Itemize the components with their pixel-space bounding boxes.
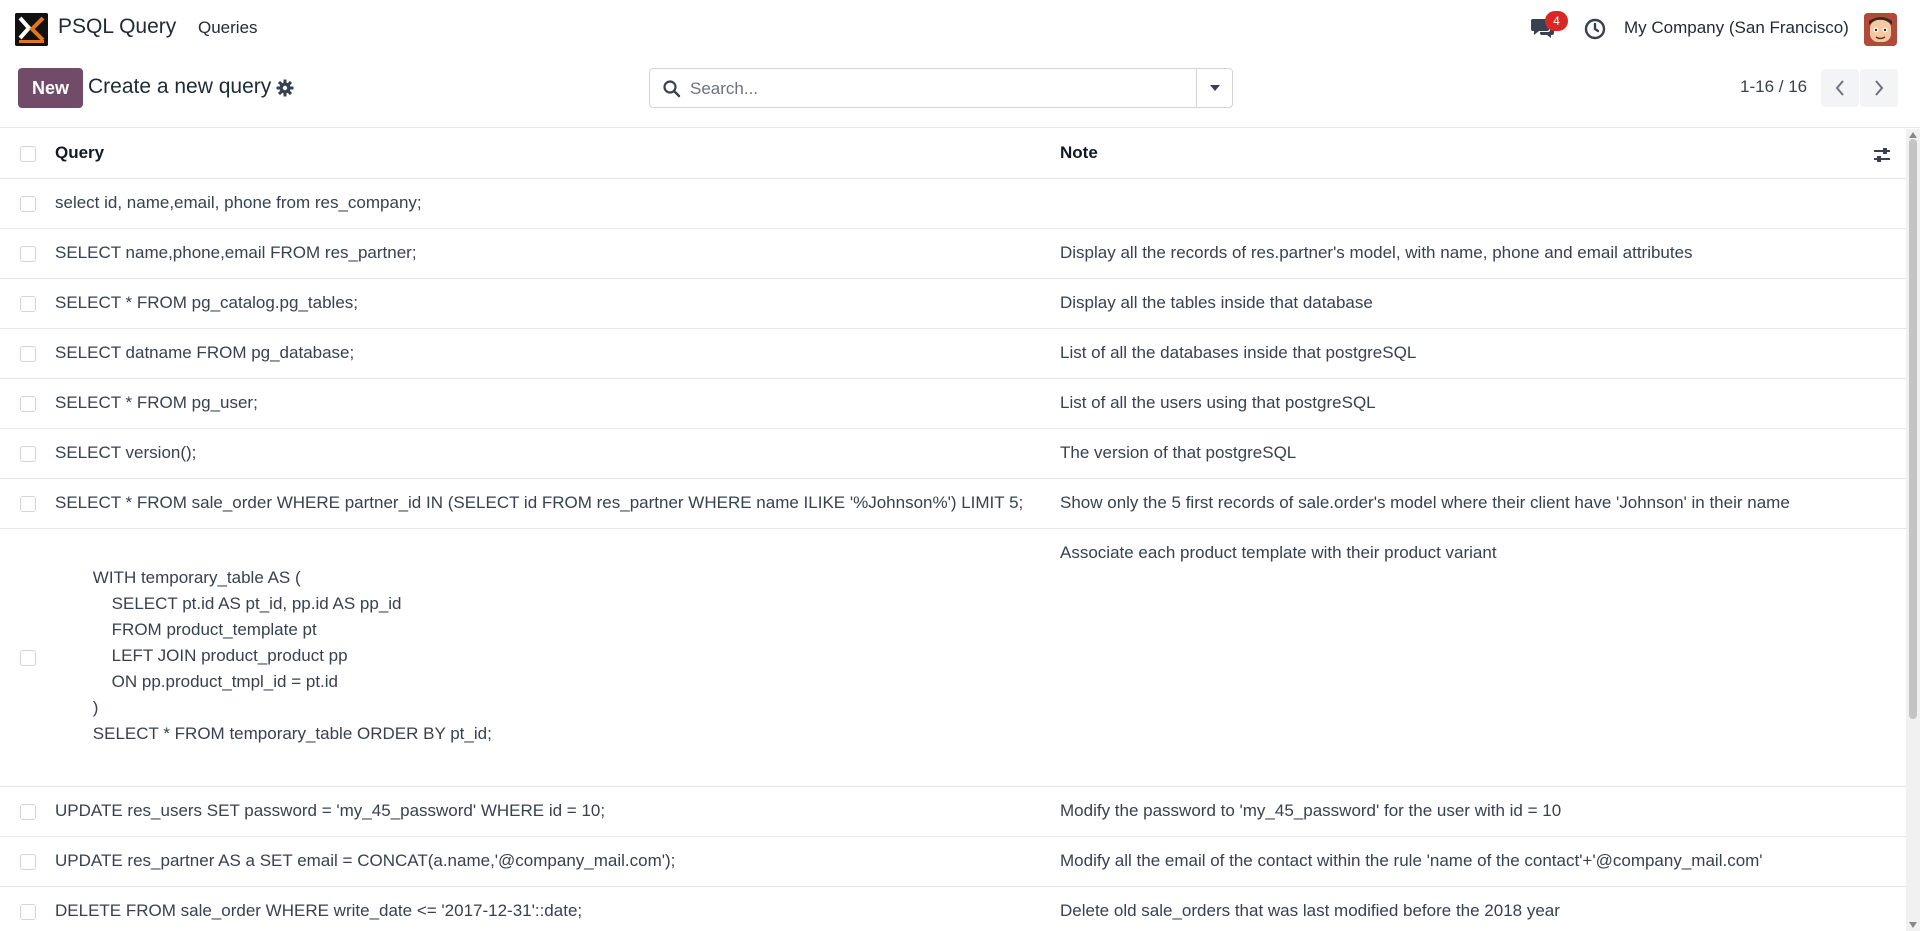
table-row[interactable]: SELECT * FROM sale_order WHERE partner_i… xyxy=(0,479,1906,529)
avatar[interactable] xyxy=(1864,13,1897,46)
table-row[interactable]: DELETE FROM sale_order WHERE write_date … xyxy=(0,887,1906,931)
note-cell[interactable]: List of all the databases inside that po… xyxy=(1060,343,1416,363)
vertical-scrollbar[interactable] xyxy=(1906,129,1920,931)
clock-icon[interactable] xyxy=(1583,17,1607,41)
column-header-note[interactable]: Note xyxy=(1060,143,1098,163)
note-cell[interactable]: Show only the 5 first records of sale.or… xyxy=(1060,493,1790,513)
table-row[interactable]: select id, name,email, phone from res_co… xyxy=(0,179,1906,229)
note-cell[interactable]: The version of that postgreSQL xyxy=(1060,443,1296,463)
breadcrumb: Create a new query xyxy=(88,75,272,98)
pager-next-button[interactable] xyxy=(1860,69,1898,107)
query-cell[interactable]: SELECT version(); xyxy=(55,443,196,463)
company-switcher[interactable]: My Company (San Francisco) xyxy=(1624,18,1849,38)
row-checkbox[interactable] xyxy=(20,854,36,870)
query-cell[interactable]: UPDATE res_partner AS a SET email = CONC… xyxy=(55,851,675,871)
query-cell[interactable]: SELECT * FROM sale_order WHERE partner_i… xyxy=(55,493,1023,513)
row-checkbox[interactable] xyxy=(20,446,36,462)
query-cell[interactable]: WITH temporary_table AS ( SELECT pt.id A… xyxy=(55,565,492,747)
top-navbar: PSQL Query Queries 4 My Company (San Fra… xyxy=(0,0,1920,57)
chevron-right-icon xyxy=(1875,80,1884,96)
query-cell[interactable]: SELECT name,phone,email FROM res_partner… xyxy=(55,243,417,263)
search-options-toggle[interactable] xyxy=(1196,69,1232,107)
search-bar xyxy=(649,68,1233,108)
row-checkbox[interactable] xyxy=(20,346,36,362)
app-logo-icon[interactable] xyxy=(15,13,48,46)
query-list-table: Query Note select id, name,email, phone … xyxy=(0,129,1906,931)
query-cell[interactable]: select id, name,email, phone from res_co… xyxy=(55,193,422,213)
select-all-checkbox[interactable] xyxy=(20,146,36,162)
note-cell[interactable]: Display all the tables inside that datab… xyxy=(1060,293,1373,313)
row-checkbox[interactable] xyxy=(20,650,36,666)
optional-columns-icon[interactable] xyxy=(1873,146,1891,164)
table-row[interactable]: SELECT * FROM pg_user; List of all the u… xyxy=(0,379,1906,429)
note-cell[interactable]: Delete old sale_orders that was last mod… xyxy=(1060,901,1560,921)
app-title[interactable]: PSQL Query xyxy=(58,15,176,39)
row-checkbox[interactable] xyxy=(20,904,36,920)
row-checkbox[interactable] xyxy=(20,246,36,262)
table-row[interactable]: SELECT datname FROM pg_database; List of… xyxy=(0,329,1906,379)
pager-previous-button[interactable] xyxy=(1821,69,1859,107)
row-checkbox[interactable] xyxy=(20,496,36,512)
pager-value[interactable]: 1-16 / 16 xyxy=(1740,77,1807,97)
gear-icon[interactable] xyxy=(276,79,294,97)
note-cell[interactable]: List of all the users using that postgre… xyxy=(1060,393,1376,413)
caret-down-icon xyxy=(1209,85,1220,91)
search-input[interactable] xyxy=(690,75,1160,102)
row-checkbox[interactable] xyxy=(20,396,36,412)
row-checkbox[interactable] xyxy=(20,296,36,312)
new-button[interactable]: New xyxy=(18,68,83,108)
table-header: Query Note xyxy=(0,129,1906,179)
scroll-up-icon[interactable] xyxy=(1909,131,1917,139)
table-row[interactable]: UPDATE res_partner AS a SET email = CONC… xyxy=(0,837,1906,887)
row-checkbox[interactable] xyxy=(20,196,36,212)
table-row[interactable]: SELECT name,phone,email FROM res_partner… xyxy=(0,229,1906,279)
control-panel: New Create a new query Search... 1-16 / … xyxy=(0,57,1920,128)
chevron-left-icon xyxy=(1835,80,1844,96)
note-cell[interactable]: Modify all the email of the contact with… xyxy=(1060,851,1763,871)
query-cell[interactable]: UPDATE res_users SET password = 'my_45_p… xyxy=(55,801,605,821)
query-cell[interactable]: SELECT * FROM pg_catalog.pg_tables; xyxy=(55,293,358,313)
table-row[interactable]: SELECT * FROM pg_catalog.pg_tables; Disp… xyxy=(0,279,1906,329)
query-cell[interactable]: DELETE FROM sale_order WHERE write_date … xyxy=(55,901,582,921)
note-cell[interactable]: Modify the password to 'my_45_password' … xyxy=(1060,801,1561,821)
table-row[interactable]: SELECT version(); The version of that po… xyxy=(0,429,1906,479)
search-icon xyxy=(662,79,682,99)
row-checkbox[interactable] xyxy=(20,804,36,820)
menu-queries[interactable]: Queries xyxy=(198,18,258,38)
table-row[interactable]: WITH temporary_table AS ( SELECT pt.id A… xyxy=(0,529,1906,787)
note-cell[interactable]: Display all the records of res.partner's… xyxy=(1060,243,1693,263)
table-row[interactable]: UPDATE res_users SET password = 'my_45_p… xyxy=(0,787,1906,837)
query-cell[interactable]: SELECT * FROM pg_user; xyxy=(55,393,258,413)
notification-badge: 4 xyxy=(1545,11,1568,31)
query-cell[interactable]: SELECT datname FROM pg_database; xyxy=(55,343,354,363)
scroll-down-icon[interactable] xyxy=(1909,921,1917,929)
column-header-query[interactable]: Query xyxy=(55,143,104,163)
note-cell[interactable]: Associate each product template with the… xyxy=(1060,543,1497,563)
scrollbar-thumb[interactable] xyxy=(1909,139,1917,719)
